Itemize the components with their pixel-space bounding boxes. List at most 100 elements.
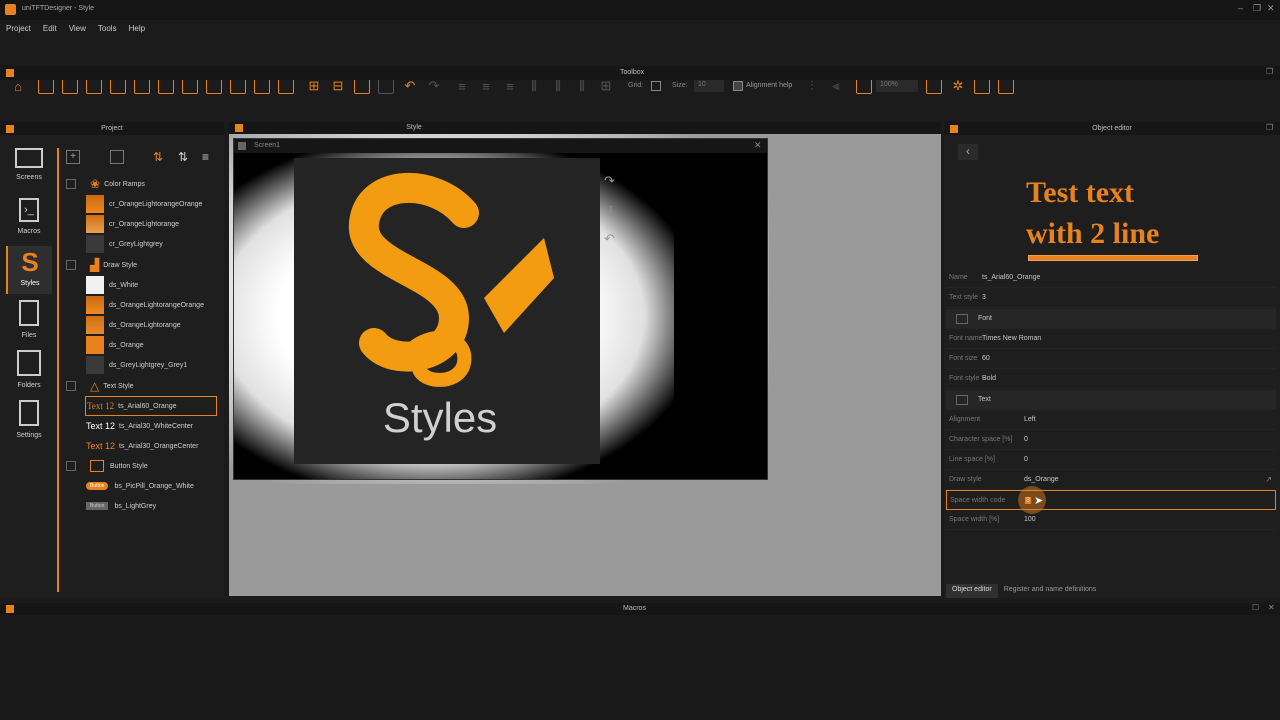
sidebar-item-files[interactable]: Files (6, 300, 52, 348)
toolbox: ⬠ ⟋ ∫ ⬠ ☆ ◔ ◠ T ◢ ◠ ◎ ⏰ ☝ ▦ ⟋ ▣ (0, 80, 1280, 196)
color-ramps-icon: ❀ (90, 177, 101, 191)
list-item[interactable]: ds_White (86, 275, 138, 295)
macros-header: Macros ☐ ✕ (0, 603, 1280, 615)
object-editor-header: Object editor ❐ (944, 122, 1280, 135)
macros-title: Macros (623, 605, 646, 612)
collapse-icon[interactable] (66, 179, 76, 189)
macros-maximize-icon[interactable]: ☐ (1252, 603, 1259, 612)
duplicate-icon[interactable] (110, 150, 124, 164)
sidebar-accent (57, 148, 59, 592)
preview-line-1: Test text (1026, 176, 1135, 209)
group-text-style[interactable]: △ Text Style (66, 376, 134, 396)
menu-edit[interactable]: Edit (43, 24, 57, 33)
prop-font-size[interactable]: Font size 60 (946, 349, 1276, 369)
text-preview: Test text with 2 line (1026, 172, 1198, 262)
screen1-title: Screen1 (254, 142, 281, 149)
sidebar-item-screens[interactable]: Screens (6, 148, 52, 196)
prop-font-style[interactable]: Font style Bold (946, 369, 1276, 389)
app-logo-icon (5, 4, 16, 15)
preview-scrollbar[interactable] (1028, 255, 1198, 261)
menu-view[interactable]: View (69, 24, 86, 33)
list-item[interactable]: ds_OrangeLightorangeOrange (86, 295, 204, 315)
mouse-cursor-icon: ➤ (1034, 495, 1044, 507)
list-item[interactable]: Button bs_PicPill_Orange_White (86, 476, 194, 496)
styles-logo-image: Styles (294, 158, 600, 464)
close-button[interactable]: ✕ (1267, 3, 1275, 14)
toolbox-title: Toolbox (620, 69, 645, 76)
object-editor-title: Object editor (1092, 125, 1132, 132)
toolbox-logo-icon (6, 69, 14, 77)
collapse-icon[interactable] (66, 461, 76, 471)
list-item[interactable]: cr_GreyLightgrey (86, 234, 163, 254)
list-item[interactable]: ds_OrangeLightorange (86, 315, 181, 335)
sidebar-item-styles[interactable]: S Styles (6, 246, 52, 294)
menu-tools[interactable]: Tools (98, 24, 117, 33)
project-header: Project (0, 122, 224, 135)
macros-close-icon[interactable]: ✕ (1268, 603, 1275, 612)
rotate-ccw-icon[interactable]: ↶ (604, 231, 615, 247)
button-style-icon (90, 460, 104, 472)
style-header: Style (229, 122, 941, 134)
sort-list-icon[interactable]: ≡ (202, 150, 218, 166)
menu-bar: Project Edit View Tools Help (0, 20, 1280, 36)
maximize-button[interactable]: ❐ (1253, 3, 1261, 14)
screen1-close-icon[interactable]: ✕ (754, 140, 762, 151)
toolbox-restore-icon[interactable]: ❐ (1266, 67, 1273, 76)
list-item[interactable]: ds_Orange (86, 335, 144, 355)
list-item[interactable]: Button bs_LightGrey (86, 496, 156, 516)
prop-font-name[interactable]: Font name Times New Roman (946, 329, 1276, 349)
collapse-icon[interactable] (956, 394, 968, 405)
collapse-icon[interactable] (66, 381, 76, 391)
screen1-header: Screen1 ✕ (234, 139, 767, 153)
folders-icon (17, 350, 41, 376)
group-draw-style[interactable]: ▟ Draw Style (66, 255, 137, 275)
tab-object-editor[interactable]: Object editor (946, 584, 998, 598)
back-button[interactable]: ‹ (958, 144, 978, 160)
menu-project[interactable]: Project (6, 24, 31, 33)
collapse-icon[interactable] (956, 313, 968, 324)
title-bar: uniTFTDesigner - Style – ❐ ✕ (0, 0, 1280, 20)
prop-space-width[interactable]: Space width [%] 100 (946, 510, 1276, 530)
list-item[interactable]: cr_OrangeLightorange (86, 214, 179, 234)
prop-space-width-code[interactable]: Space width code 3 (946, 490, 1276, 510)
edit-link-icon[interactable]: ↗ (1265, 475, 1272, 484)
section-text[interactable]: Text (946, 390, 1276, 410)
list-item[interactable]: Text 12 ts_Arial30_WhiteCenter (86, 416, 193, 436)
screen1-window: Screen1 ✕ Styles ↷ ↕ ↶ (233, 138, 768, 480)
prop-line-space[interactable]: Line space [%] 0 (946, 450, 1276, 470)
menu-help[interactable]: Help (129, 24, 145, 33)
settings-icon (19, 400, 39, 426)
sidebar-item-settings[interactable]: Settings (6, 400, 52, 448)
macro-icon: ›_ (19, 198, 39, 222)
group-color-ramps[interactable]: ❀ Color Ramps (66, 174, 145, 194)
prop-alignment[interactable]: Alignment Left (946, 410, 1276, 430)
tab-register-definitions[interactable]: Register and name definitions (998, 584, 1103, 598)
list-item[interactable]: ds_GreyLightgrey_Grey1 (86, 355, 187, 375)
sidebar-item-macros[interactable]: ›_ Macros (6, 198, 52, 246)
object-editor-tabs: Object editor Register and name definiti… (946, 584, 1280, 598)
prop-text-style: Text style 3 (946, 288, 1276, 308)
object-editor-restore-icon[interactable]: ❐ (1266, 123, 1273, 132)
rotate-cw-icon[interactable]: ↷ (604, 173, 615, 189)
add-item-icon[interactable]: + (66, 150, 80, 164)
list-item[interactable]: Text 12 ts_Arial30_OrangeCenter (86, 436, 198, 456)
files-icon (19, 300, 39, 326)
sidebar-item-folders[interactable]: Folders (6, 350, 52, 398)
sort-asc-icon[interactable]: ⇅ (153, 150, 169, 166)
minimize-button[interactable]: – (1238, 3, 1243, 13)
collapse-icon[interactable] (66, 260, 76, 270)
resize-vertical-icon[interactable]: ↕ (608, 201, 614, 215)
main-toolbar: ⌂ ⊞ ⊟ ↶ ↷ ≡ ≡ ≡ ⫼ ⫼ ⫼ ⊞ Grid: Size: 10 A… (0, 36, 1280, 94)
group-button-style[interactable]: Button Style (66, 456, 148, 476)
project-title: Project (101, 125, 123, 132)
prop-draw-style[interactable]: Draw style ds_Orange ↗ (946, 470, 1276, 490)
list-item-selected[interactable]: Text 12 ts_Arial60_Orange (85, 396, 217, 416)
prop-char-space[interactable]: Character space [%] 0 (946, 430, 1276, 450)
screen1-logo-icon (238, 142, 246, 150)
style-panel: Style Screen1 ✕ Styles ↷ ↕ ↶ (229, 122, 941, 596)
sort-desc-icon[interactable]: ⇅ (178, 150, 194, 166)
list-item[interactable]: cr_OrangeLightorangeOrange (86, 194, 202, 214)
prop-name[interactable]: Name ts_Arial60_Orange (946, 268, 1276, 288)
section-font[interactable]: Font (946, 309, 1276, 329)
window-title: uniTFTDesigner - Style (22, 5, 94, 12)
